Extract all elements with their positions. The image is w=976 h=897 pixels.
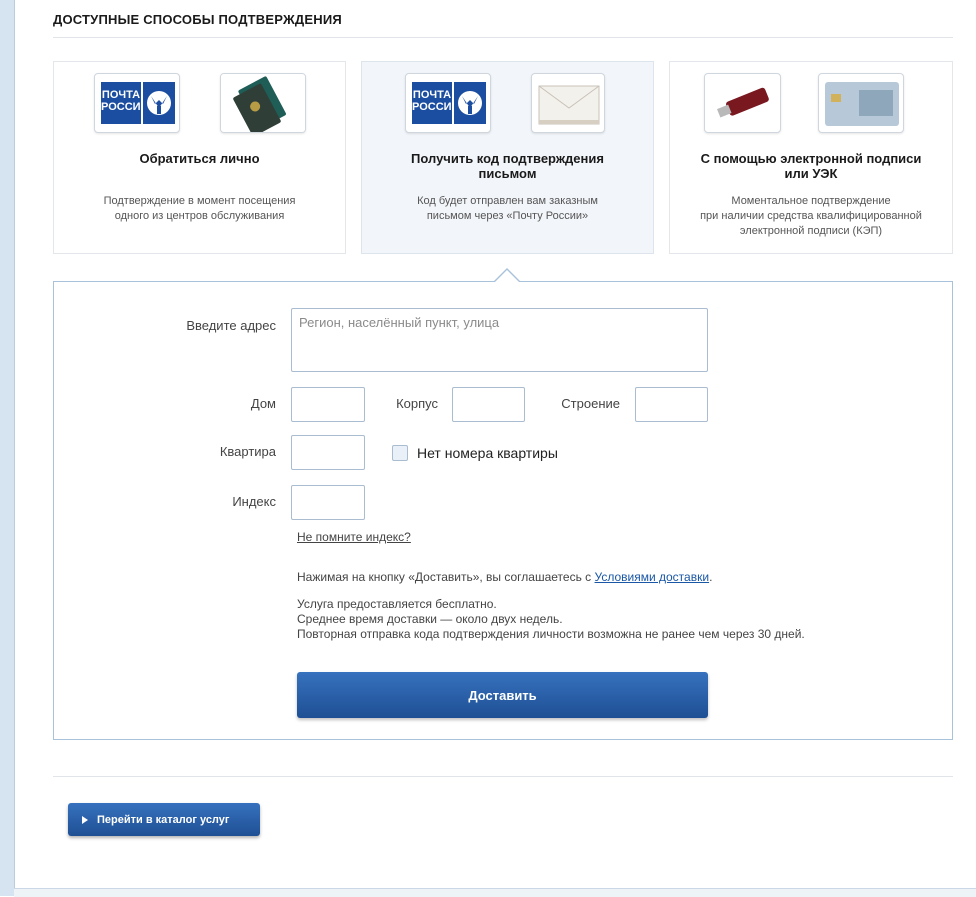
go-to-catalog-button[interactable]: Перейти в каталог услуг: [68, 803, 260, 836]
house-label: Дом: [250, 396, 276, 411]
card-title: Обратиться лично: [139, 151, 260, 166]
pochta-rossii-logo-icon: ПОЧТА РОССИИ: [405, 73, 491, 133]
footer-divider: [53, 776, 953, 777]
method-card-e-signature[interactable]: С помощью электронной подписи или УЭК Мо…: [669, 61, 953, 254]
passport-icon: [220, 73, 306, 133]
left-page-border: [0, 0, 15, 896]
deliver-button[interactable]: Доставить: [297, 672, 708, 718]
info-text: Услуга предоставляется бесплатно. Средне…: [297, 597, 805, 641]
section-title: ДОСТУПНЫЕ СПОСОБЫ ПОДТВЕРЖДЕНИЯ: [53, 12, 342, 27]
card-title: С помощью электронной подписи или УЭК: [700, 151, 922, 181]
uek-card-icon: [818, 73, 904, 133]
card-title: Получить код подтверждения письмом: [411, 151, 604, 181]
index-input[interactable]: [291, 485, 365, 520]
agreement-text: Нажимая на кнопку «Доставить», вы соглаш…: [297, 570, 713, 584]
apartment-label: Квартира: [219, 444, 276, 459]
method-card-in-person[interactable]: ПОЧТА РОССИИ Обратиться лично Подтвержде…: [53, 61, 346, 254]
korpus-input[interactable]: [452, 387, 525, 422]
delivery-terms-link[interactable]: Условиями доставки: [595, 570, 710, 584]
no-apartment-checkbox[interactable]: [392, 445, 408, 461]
pochta-rossii-logo-icon: ПОЧТА РОССИИ: [94, 73, 180, 133]
index-label: Индекс: [232, 494, 276, 509]
no-apartment-label[interactable]: Нет номера квартиры: [417, 445, 558, 461]
forgot-index-link[interactable]: Не помните индекс?: [297, 530, 411, 545]
method-card-mail[interactable]: ПОЧТА РОССИИ Получить код подтверждения …: [361, 61, 654, 254]
usb-token-icon: [704, 73, 781, 133]
address-label: Введите адрес: [186, 318, 276, 333]
building-input[interactable]: [635, 387, 708, 422]
card-desc: Код будет отправлен вам заказным письмом…: [417, 195, 598, 222]
korpus-label: Корпус: [396, 396, 438, 411]
card-desc: Моментальное подтверждение при наличии с…: [700, 195, 922, 237]
address-input[interactable]: [291, 308, 708, 372]
play-arrow-icon: [82, 815, 88, 824]
house-input[interactable]: [291, 387, 365, 422]
apartment-input[interactable]: [291, 435, 365, 470]
building-label: Строение: [561, 396, 620, 411]
card-desc: Подтверждение в момент посещения одного …: [103, 195, 296, 222]
section-divider: [53, 37, 953, 38]
envelope-icon: [531, 73, 605, 133]
